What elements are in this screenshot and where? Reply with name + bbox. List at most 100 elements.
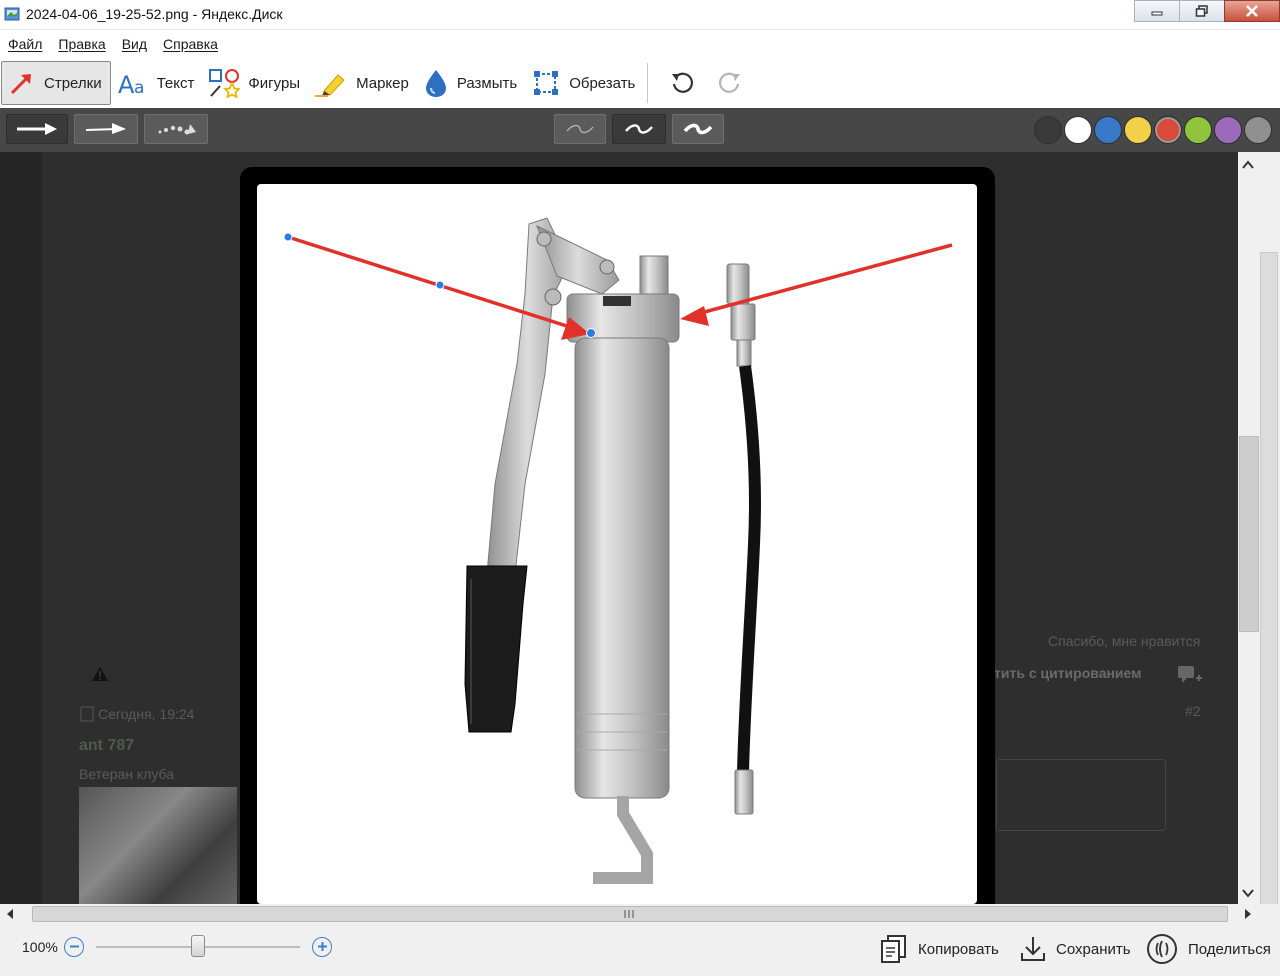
vertical-scrollbar[interactable] (1238, 152, 1280, 932)
menu-view[interactable]: Вид (122, 36, 147, 52)
close-button[interactable] (1224, 0, 1280, 22)
tool-crop-label: Обрезать (569, 74, 636, 92)
vertical-scroll-thumb[interactable] (1239, 436, 1259, 632)
arrow-style-thin-icon (85, 123, 126, 134)
share-icon (1147, 934, 1177, 964)
color-swatch-yellow[interactable] (1124, 116, 1152, 144)
line-width-thin-button[interactable] (554, 114, 606, 144)
svg-text:a: a (134, 78, 144, 97)
menu-file[interactable]: Файл (8, 36, 42, 52)
copy-icon (881, 935, 906, 963)
text-icon: A a (118, 71, 144, 97)
menu-edit[interactable]: Правка (58, 36, 105, 52)
color-swatch-green[interactable] (1184, 116, 1212, 144)
arrow-style-dotted-button[interactable] (144, 114, 208, 144)
tool-blur-label: Размыть (456, 74, 518, 92)
plus-icon (317, 942, 327, 951)
undo-button[interactable] (664, 65, 700, 101)
copy-button[interactable]: Копировать (880, 933, 999, 965)
line-width-medium-button[interactable] (612, 114, 666, 144)
tool-arrows-label: Стрелки (44, 74, 102, 92)
arrow-style-solid-button[interactable] (6, 114, 68, 144)
line-thin-icon (566, 124, 594, 134)
color-swatch-blue[interactable] (1094, 116, 1122, 144)
tool-marker[interactable]: Маркер (308, 61, 417, 105)
tool-shapes[interactable]: Фигуры (202, 61, 308, 105)
bg-like-text: Спасибо, мне нравится (1048, 633, 1201, 649)
color-swatch-white[interactable] (1064, 116, 1092, 144)
share-label: Поделиться (1188, 940, 1271, 958)
status-bar: 100% Копировать Сохранить Поделиться (0, 924, 1280, 976)
zoom-level-label: 100% (22, 939, 58, 955)
image-file-icon (4, 7, 20, 21)
window-title: 2024-04-06_19-25-52.png - Яндекс.Диск (26, 6, 283, 22)
arrow-style-dotted-icon (158, 124, 196, 135)
scroll-up-icon[interactable] (1242, 160, 1254, 170)
share-button[interactable]: Поделиться (1146, 933, 1271, 965)
editor-canvas[interactable]: Спасибо, мне нравится тить с цитирование… (0, 152, 1238, 904)
title-bar: 2024-04-06_19-25-52.png - Яндекс.Диск (0, 0, 1280, 30)
horizontal-scroll-thumb[interactable] (32, 906, 1228, 922)
menu-bar: Файл Правка Вид Справка (0, 30, 1280, 58)
redo-button[interactable] (712, 65, 748, 101)
download-icon (1021, 937, 1045, 961)
scroll-left-icon[interactable] (6, 909, 14, 919)
blur-drop-icon (425, 70, 446, 97)
svg-text:A: A (118, 71, 135, 97)
line-thick-icon (683, 123, 713, 135)
color-swatch-red[interactable] (1154, 116, 1182, 144)
tool-text-label: Текст (156, 74, 195, 92)
close-icon (1246, 5, 1258, 17)
color-swatch-black[interactable] (1034, 116, 1062, 144)
bg-post-number: #2 (1185, 703, 1201, 719)
bg-avatar-photo (79, 787, 237, 904)
marker-icon (315, 74, 345, 97)
edited-image[interactable] (257, 184, 977, 904)
scroll-down-icon[interactable] (1242, 888, 1254, 898)
tool-shapes-label: Фигуры (248, 74, 301, 92)
bg-reply-box (996, 759, 1166, 831)
toolbar-separator (647, 63, 649, 103)
minimize-icon (1151, 11, 1163, 16)
shapes-icon (209, 69, 241, 98)
minus-icon (69, 945, 79, 948)
tool-text[interactable]: A a Текст (111, 61, 203, 105)
minimize-button[interactable] (1134, 0, 1180, 22)
crop-icon (534, 71, 559, 95)
copy-label: Копировать (918, 940, 999, 958)
tool-arrows[interactable]: Стрелки (1, 61, 111, 105)
tool-marker-label: Маркер (356, 74, 409, 92)
outer-scroll-track (1260, 252, 1278, 932)
save-label: Сохранить (1056, 940, 1131, 958)
style-bar (0, 108, 1280, 152)
zoom-out-button[interactable] (64, 937, 84, 957)
tool-crop[interactable]: Обрезать (525, 61, 643, 105)
line-width-thick-button[interactable] (672, 114, 724, 144)
bg-user-rank: Ветеран клуба (79, 766, 174, 782)
arrow-style-solid-icon (17, 123, 57, 135)
restore-icon (1195, 5, 1208, 17)
bg-username: ant 787 (79, 737, 135, 754)
bg-post-icon (80, 706, 94, 722)
color-swatch-gray[interactable] (1244, 116, 1272, 144)
bg-date: Сегодня, 19:24 (98, 706, 195, 722)
color-palette (1032, 116, 1272, 144)
zoom-in-button[interactable] (312, 937, 332, 957)
bg-quote-text: тить с цитированием (994, 665, 1142, 681)
bg-quote-icon (1178, 666, 1202, 683)
horizontal-scrollbar[interactable] (0, 904, 1280, 924)
tool-blur[interactable]: Размыть (417, 61, 525, 105)
bg-warning-icon (92, 667, 108, 681)
toolbar: Стрелки A a Текст Фигуры Маркер Размыть (0, 58, 1280, 108)
maximize-button[interactable] (1179, 0, 1225, 22)
line-medium-icon (625, 124, 653, 134)
save-button[interactable]: Сохранить (1020, 933, 1131, 965)
arrow-style-thin-button[interactable] (74, 114, 138, 144)
zoom-slider-handle[interactable] (191, 935, 205, 957)
color-swatch-purple[interactable] (1214, 116, 1242, 144)
grease-gun-image (283, 217, 953, 884)
menu-help[interactable]: Справка (163, 36, 218, 52)
redo-icon (719, 72, 741, 93)
arrow-icon (10, 74, 31, 95)
scroll-right-icon[interactable] (1244, 909, 1252, 919)
